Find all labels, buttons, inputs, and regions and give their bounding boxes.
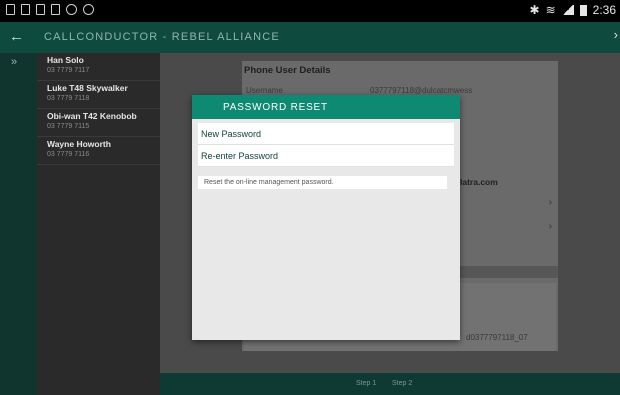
chevron-right-icon[interactable]: › (549, 221, 552, 232)
app-title: CALLCONDUCTOR - REBEL ALLIANCE (44, 31, 280, 43)
overflow-icon[interactable]: › (614, 27, 618, 42)
username-value: 0377797118@dulcatcmwess (370, 86, 473, 95)
navigation-rail: » (0, 53, 37, 395)
clock-time: 2:36 (592, 3, 616, 17)
contact-item[interactable]: Obi-wan T42 Kenobob 03 7779 7115 (37, 109, 160, 137)
contact-list: Han Solo 03 7779 7117 Luke T48 Skywalker… (37, 53, 160, 395)
panel-title: Phone User Details (244, 65, 331, 76)
chevron-right-icon[interactable]: › (549, 197, 552, 208)
contact-number: 03 7779 7115 (47, 123, 90, 130)
contact-number: 03 7779 7116 (47, 151, 90, 158)
contact-number: 03 7779 7118 (47, 95, 90, 102)
contact-number: 03 7779 7117 (47, 67, 90, 74)
status-bar: ✱ ≋ 2:36 (0, 0, 620, 22)
new-password-field[interactable]: New Password (198, 123, 454, 145)
system-icons: ✱ ≋ 2:36 (530, 3, 616, 17)
notification-icons (6, 4, 94, 15)
contact-name: Wayne Howorth (47, 139, 111, 149)
footer-value: d0377797118_07 (466, 333, 528, 342)
contact-name: Han Solo (47, 55, 84, 65)
contact-item[interactable]: Wayne Howorth 03 7779 7116 (37, 137, 160, 165)
step-2[interactable]: Step 2 (392, 380, 412, 387)
battery-icon (579, 4, 587, 16)
voicemail-icon (66, 4, 77, 15)
dialog-hint: Reset the on-line management password. (198, 176, 447, 189)
contact-name: Luke T48 Skywalker (47, 83, 128, 93)
bluetooth-icon: ✱ (529, 3, 540, 17)
back-arrow-icon[interactable]: ← (9, 28, 24, 45)
reenter-password-field[interactable]: Re-enter Password (198, 145, 454, 167)
wifi-icon: ≋ (545, 3, 556, 17)
sd-card-icon (21, 4, 30, 15)
clock-icon (83, 4, 94, 15)
domain-value: latra.com (460, 177, 498, 187)
image-icon (51, 4, 60, 15)
signal-icon (561, 5, 574, 15)
calendar-icon (36, 4, 45, 15)
username-label: Username (246, 86, 283, 95)
app-bar: ← CALLCONDUCTOR - REBEL ALLIANCE › (0, 22, 620, 53)
dialog-title: PASSWORD RESET (192, 95, 460, 119)
password-reset-dialog: PASSWORD RESET New Password Re-enter Pas… (192, 95, 460, 340)
expand-chevron-icon[interactable]: » (11, 56, 17, 68)
contact-item[interactable]: Han Solo 03 7779 7117 (37, 53, 160, 81)
contact-item[interactable]: Luke T48 Skywalker 03 7779 7118 (37, 81, 160, 109)
wizard-footer: Step 1 Step 2 (160, 373, 620, 395)
contact-name: Obi-wan T42 Kenobob (47, 111, 137, 121)
usb-icon (6, 4, 15, 15)
step-1[interactable]: Step 1 (356, 380, 376, 387)
